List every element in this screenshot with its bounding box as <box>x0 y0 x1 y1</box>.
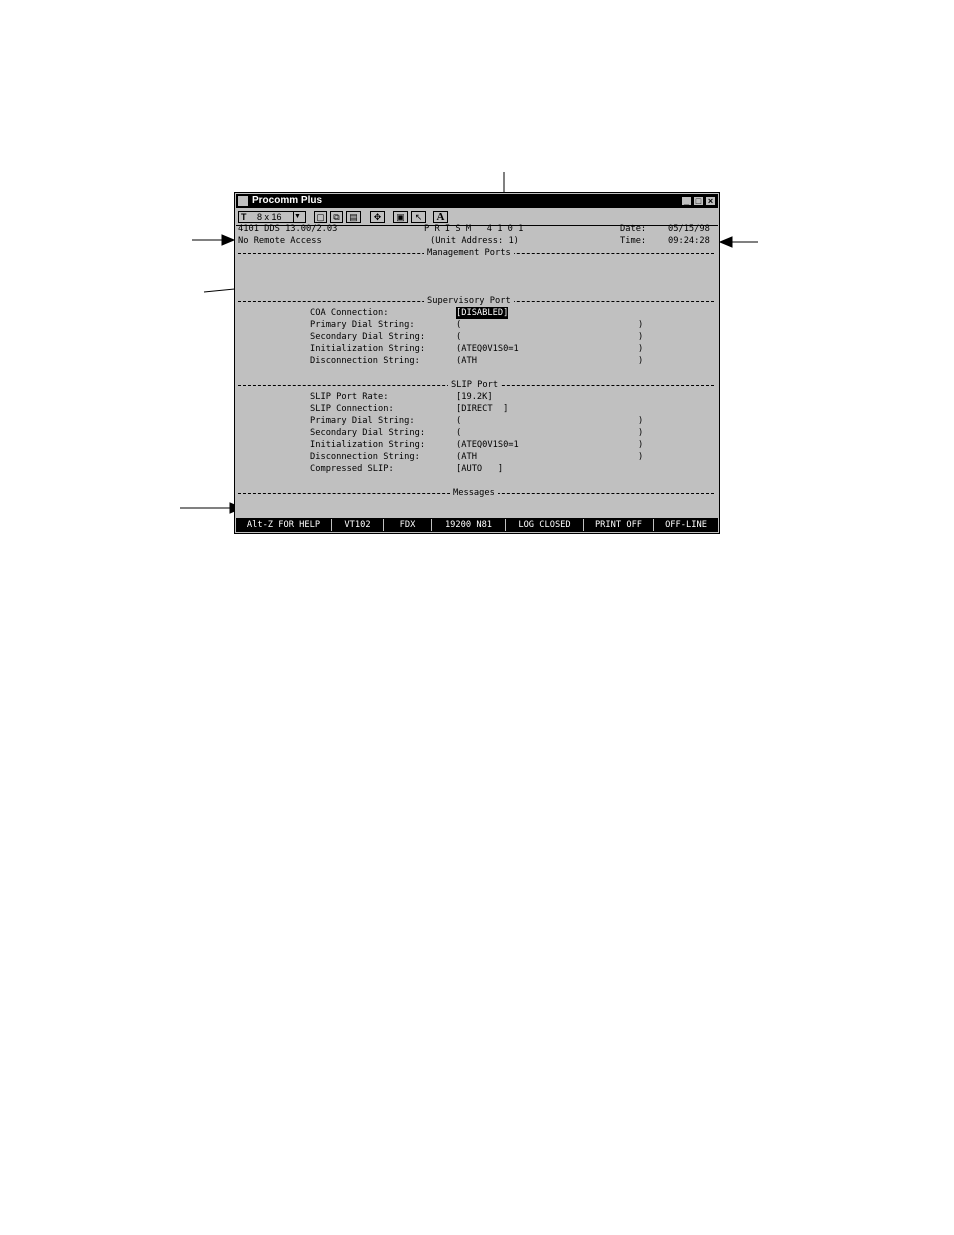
status-connection[interactable]: OFF-LINE <box>654 519 718 531</box>
chevron-down-icon[interactable]: ▼ <box>293 212 304 222</box>
cursor-icon[interactable]: ↖ <box>411 211 426 223</box>
slip-connection-field[interactable]: [DIRECT ] <box>456 403 508 415</box>
initialization-string-field[interactable]: (ATEQ0V1S0=1 <box>456 343 519 355</box>
version-text: 4101 DDS 13.00/2.03 <box>238 224 338 234</box>
slip-initialization-string-field[interactable]: (ATEQ0V1S0=1 <box>456 439 519 451</box>
title-bar[interactable]: Procomm Plus _ □ × <box>236 194 718 208</box>
font-icon: T <box>241 212 247 222</box>
secondary-dial-field[interactable]: ( <box>456 331 461 343</box>
field-label: SLIP Port Rate: <box>310 392 389 402</box>
field-close: ) <box>638 416 644 426</box>
remote-access-text: No Remote Access <box>238 236 322 246</box>
slip-primary-dial-field[interactable]: ( <box>456 415 461 427</box>
slip-secondary-dial-field[interactable]: ( <box>456 427 461 439</box>
time-label: Time: <box>620 236 647 246</box>
copy-icon[interactable]: ⧉ <box>330 211 343 223</box>
field-close: ) <box>638 356 644 366</box>
clipboard-icon[interactable]: ▣ <box>393 211 408 223</box>
field-label: Secondary Dial String: <box>310 428 426 438</box>
minimize-icon[interactable]: _ <box>681 196 692 206</box>
status-baud[interactable]: 19200 N81 <box>432 519 506 531</box>
field-label: COA Connection: <box>310 308 389 318</box>
app-icon[interactable] <box>238 196 248 206</box>
messages-heading: Messages <box>450 487 498 499</box>
field-close: ) <box>638 332 644 342</box>
window-title: Procomm Plus <box>252 195 323 206</box>
date-label: Date: <box>620 224 647 234</box>
bold-font-icon[interactable]: A <box>433 211 448 223</box>
field-close: ) <box>638 344 644 354</box>
field-label: Disconnection String: <box>310 452 420 462</box>
disconnection-string-field[interactable]: (ATH <box>456 355 477 367</box>
slip-port-heading: SLIP Port <box>448 379 502 391</box>
field-close: ) <box>638 320 644 330</box>
field-close: ) <box>638 428 644 438</box>
field-close: ) <box>638 440 644 450</box>
field-label: Initialization String: <box>310 440 426 450</box>
coa-connection-field[interactable]: [DISABLED] <box>456 307 509 319</box>
callout-arrowhead-header-left <box>221 234 236 246</box>
font-size-select[interactable]: T 8 x 16 ▼ <box>238 211 306 223</box>
field-close: ) <box>638 452 644 462</box>
field-label: Secondary Dial String: <box>310 332 426 342</box>
close-icon[interactable]: × <box>705 196 716 206</box>
status-bar: Alt-Z FOR HELP VT102 FDX 19200 N81 LOG C… <box>236 518 718 532</box>
time-value: 09:24:28 <box>668 236 710 246</box>
maximize-icon[interactable]: □ <box>693 196 704 206</box>
primary-dial-field[interactable]: ( <box>456 319 461 331</box>
callout-arrows <box>180 172 758 514</box>
management-ports-heading: Management Ports <box>424 247 514 259</box>
terminal-screen[interactable]: 4101 DDS 13.00/2.03 P R I S M 4 1 0 1 Da… <box>236 224 718 517</box>
status-duplex[interactable]: FDX <box>384 519 432 531</box>
field-label: Primary Dial String: <box>310 320 415 330</box>
date-value: 05/15/98 <box>668 224 710 234</box>
product-title: P R I S M 4 1 0 1 <box>424 224 524 234</box>
status-log[interactable]: LOG CLOSED <box>506 519 584 531</box>
slip-disconnection-string-field[interactable]: (ATH <box>456 451 477 463</box>
slip-port-rate-field[interactable]: [19.2K] <box>456 391 493 403</box>
select-icon[interactable]: ▢ <box>314 211 327 223</box>
move-icon[interactable]: ✥ <box>370 211 385 223</box>
field-label: Disconnection String: <box>310 356 420 366</box>
status-help[interactable]: Alt-Z FOR HELP <box>236 519 332 531</box>
field-label: SLIP Connection: <box>310 404 394 414</box>
callout-arrowhead-header-right <box>718 236 733 248</box>
compressed-slip-field[interactable]: [AUTO ] <box>456 463 503 475</box>
unit-address: (Unit Address: 1) <box>430 236 519 246</box>
font-size-value: 8 x 16 <box>257 212 282 222</box>
field-label: Initialization String: <box>310 344 426 354</box>
status-terminal[interactable]: VT102 <box>332 519 384 531</box>
paste-icon[interactable]: ▤ <box>346 211 361 223</box>
status-print[interactable]: PRINT OFF <box>584 519 654 531</box>
supervisory-port-heading: Supervisory Port <box>424 295 514 307</box>
procomm-window: Procomm Plus _ □ × T 8 x 16 ▼ ▢ ⧉ ▤ ✥ ▣ … <box>234 192 720 534</box>
field-label: Compressed SLIP: <box>310 464 394 474</box>
field-label: Primary Dial String: <box>310 416 415 426</box>
